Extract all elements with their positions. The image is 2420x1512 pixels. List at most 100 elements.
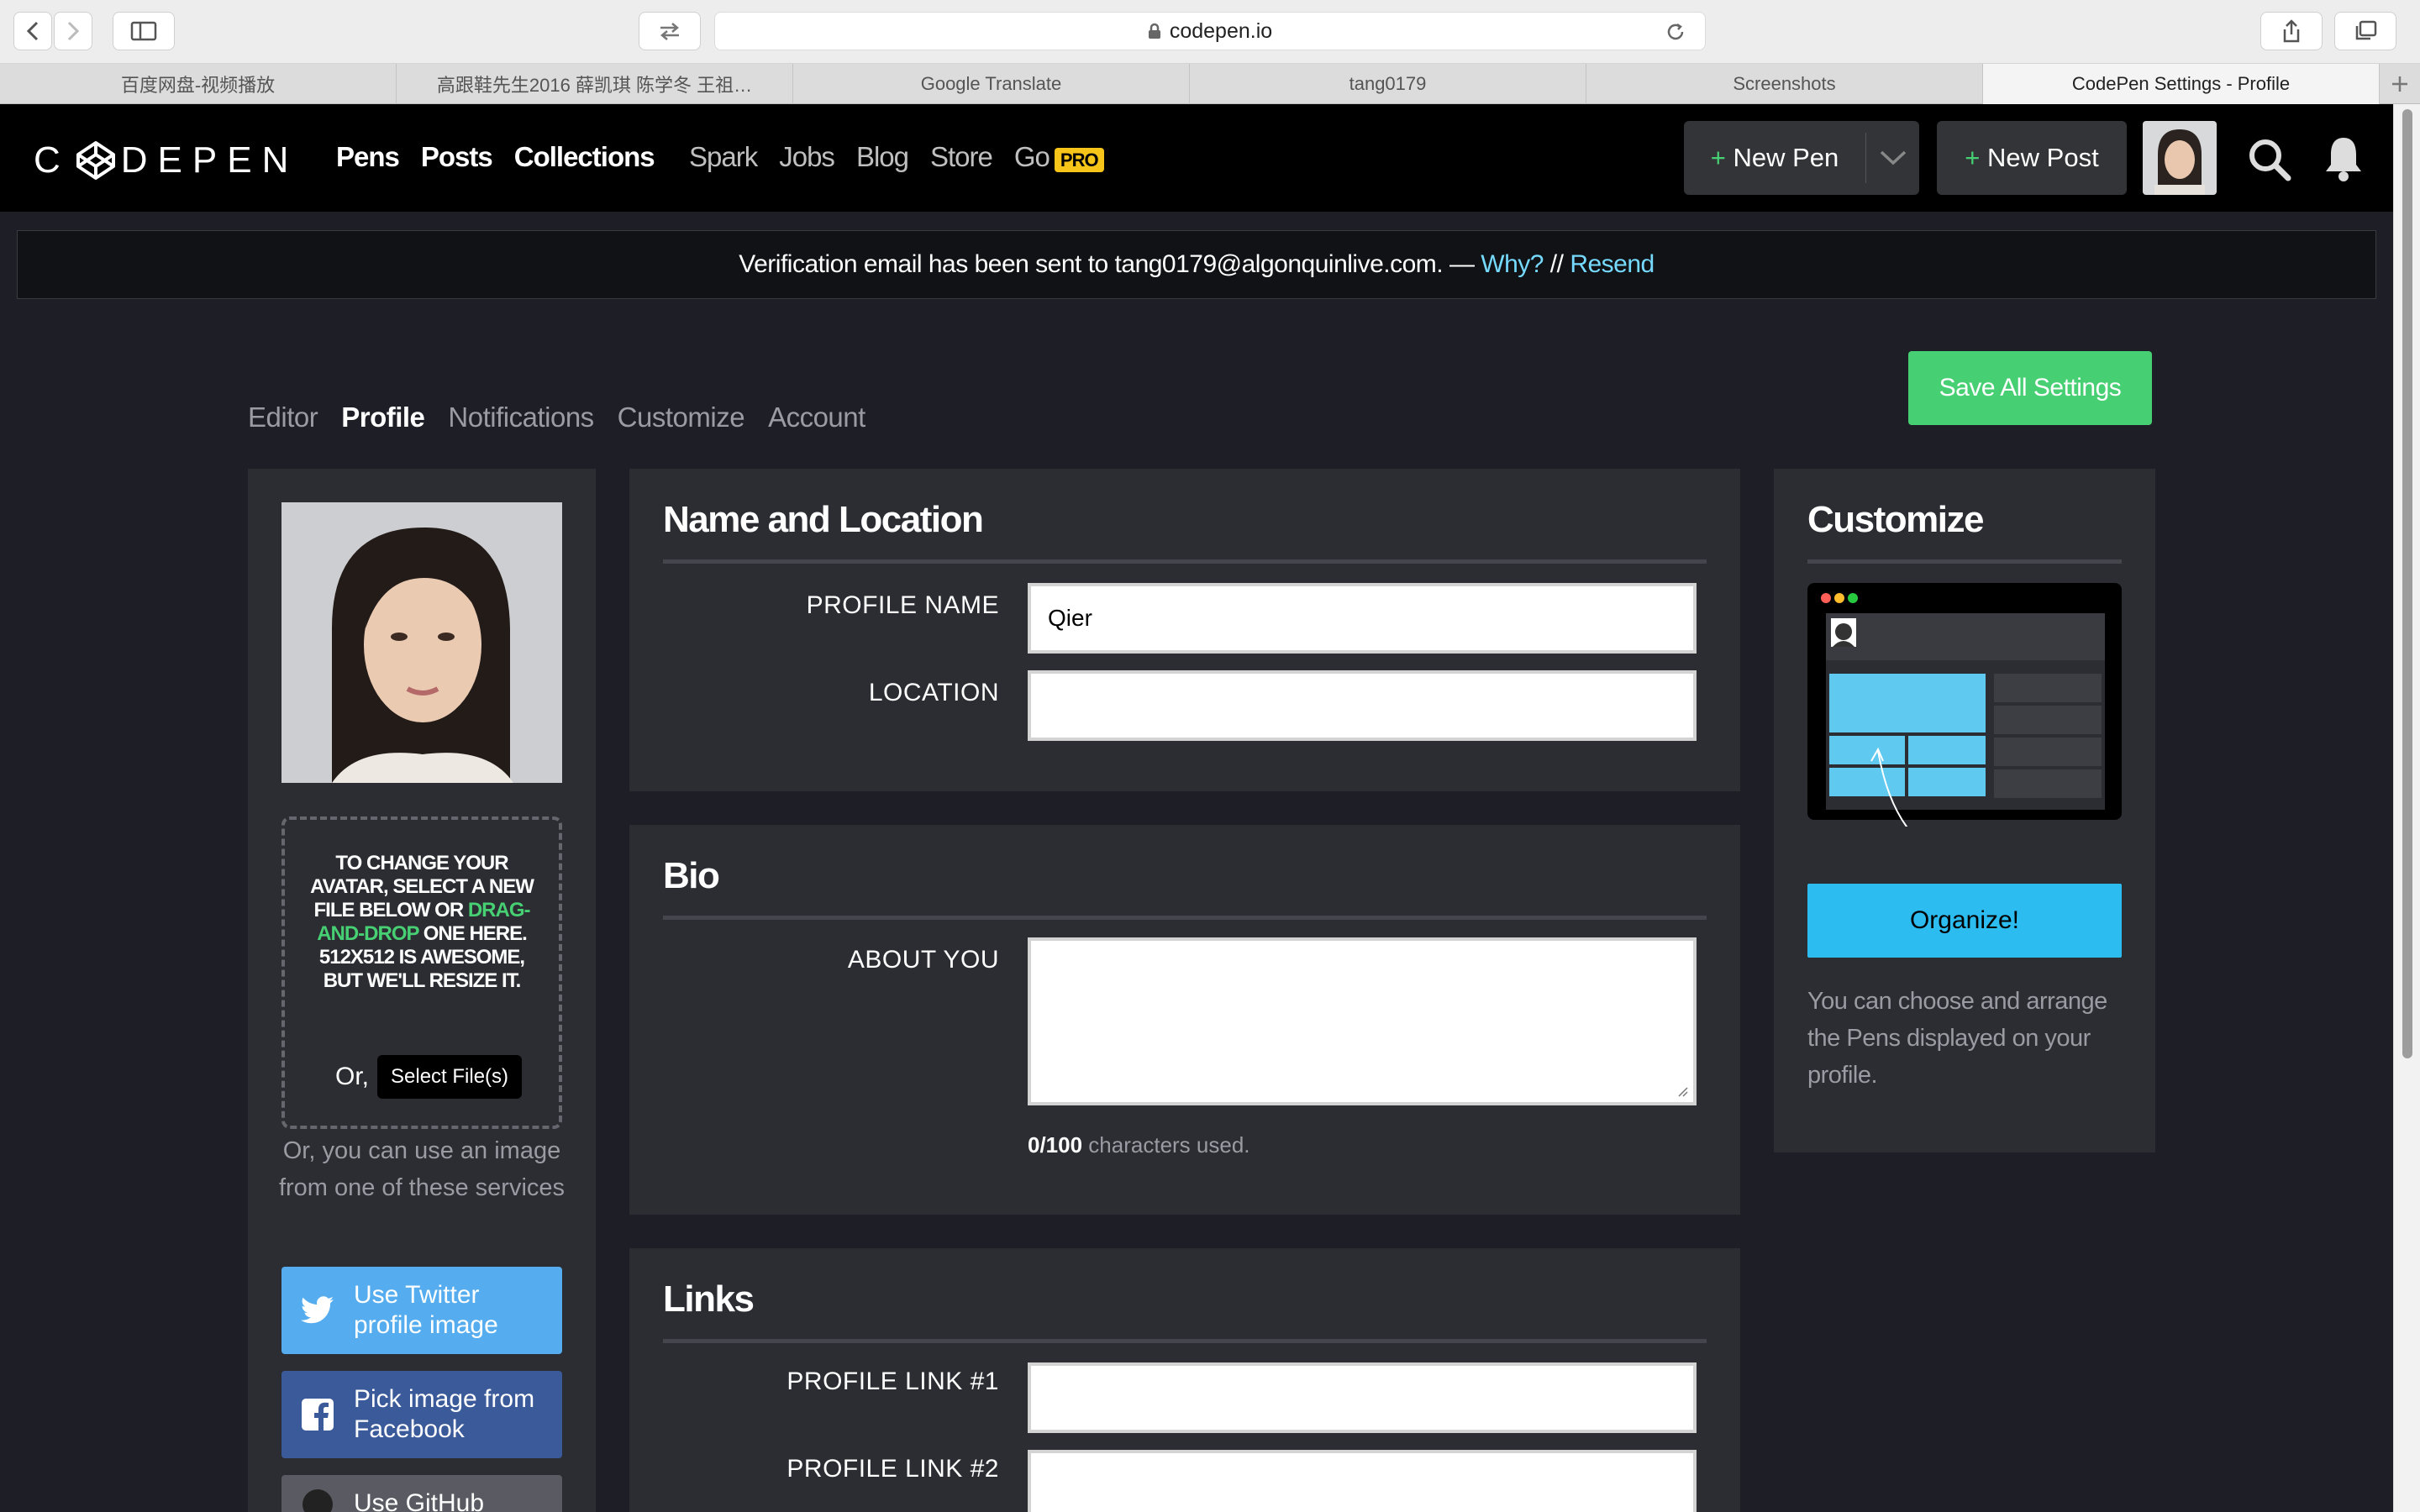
nav-collections[interactable]: Collections xyxy=(514,141,655,173)
address-bar[interactable]: codepen.io xyxy=(714,12,1706,50)
about-you-textarea[interactable] xyxy=(1028,937,1697,1105)
browser-tab-active[interactable]: CodePen Settings - Profile xyxy=(1983,64,2380,104)
nav-spark[interactable]: Spark xyxy=(689,141,758,173)
avatar-photo xyxy=(2143,121,2217,195)
profile-avatar xyxy=(281,502,562,783)
nav-jobs[interactable]: Jobs xyxy=(779,141,835,173)
browser-tab[interactable]: Google Translate xyxy=(793,64,1190,104)
character-count: 0/100 characters used. xyxy=(1028,1132,1250,1158)
section-title-name-location: Name and Location xyxy=(663,499,984,540)
links-panel: Links PROFILE LINK #1 PROFILE LINK #2 xyxy=(629,1248,1740,1512)
browser-tab[interactable]: 高跟鞋先生2016 薛凯琪 陈学冬 王祖… xyxy=(397,64,793,104)
tabs-overview-button[interactable] xyxy=(2334,12,2396,50)
codepen-logo[interactable]: C DEPEN xyxy=(34,139,298,181)
settings-tab-editor[interactable]: Editor xyxy=(248,402,318,433)
location-input[interactable] xyxy=(1028,670,1697,741)
nav-go-pro[interactable]: Go PRO xyxy=(1014,141,1104,173)
back-button[interactable] xyxy=(13,12,52,50)
pro-badge: PRO xyxy=(1054,148,1104,172)
share-icon xyxy=(2283,19,2300,43)
twitter-icon xyxy=(281,1296,354,1325)
browser-tab[interactable]: tang0179 xyxy=(1190,64,1586,104)
use-twitter-image-button[interactable]: Use Twitter profile image xyxy=(281,1267,562,1354)
profile-link-1-label: PROFILE LINK #1 xyxy=(786,1368,999,1395)
settings-tab-account[interactable]: Account xyxy=(768,402,865,433)
page-scrollbar[interactable] xyxy=(2393,104,2420,1512)
browser-tab[interactable]: 百度网盘-视频播放 xyxy=(0,64,397,104)
character-count-suffix: characters used. xyxy=(1082,1132,1250,1158)
new-post-text: New Post xyxy=(1987,143,2099,172)
chevron-right-icon xyxy=(67,21,80,41)
why-link[interactable]: Why? xyxy=(1481,250,1544,279)
character-count-value: 0/100 xyxy=(1028,1132,1083,1158)
section-title-bio: Bio xyxy=(663,855,720,896)
pick-facebook-image-button[interactable]: Pick image from Facebook xyxy=(281,1371,562,1458)
use-github-image-button[interactable]: Use GitHub xyxy=(281,1475,562,1512)
profile-name-label: PROFILE NAME xyxy=(806,591,999,619)
tabs-icon xyxy=(2355,20,2377,40)
profile-link-1-input[interactable] xyxy=(1028,1362,1697,1433)
resend-link[interactable]: Resend xyxy=(1570,250,1655,279)
sidebar-button[interactable] xyxy=(113,12,175,50)
dropzone-instructions: To change your avatar, select a new file… xyxy=(302,852,542,993)
new-tab-button[interactable] xyxy=(2380,64,2420,104)
location-label: LOCATION xyxy=(868,679,999,706)
nav-blog[interactable]: Blog xyxy=(856,141,909,173)
profile-name-input[interactable]: Qier xyxy=(1028,583,1697,654)
settings-tab-notifications[interactable]: Notifications xyxy=(448,402,594,433)
settings-tab-profile[interactable]: Profile xyxy=(341,402,425,433)
notifications-button[interactable] xyxy=(2323,134,2365,187)
tab-label: Screenshots xyxy=(1733,73,1836,94)
profile-link-2-input[interactable] xyxy=(1028,1450,1697,1512)
facebook-icon xyxy=(281,1399,354,1431)
nav-posts[interactable]: Posts xyxy=(421,141,493,173)
resize-grip-icon[interactable] xyxy=(1676,1085,1688,1097)
verification-banner: Verification email has been sent to tang… xyxy=(17,230,2376,299)
or-services-text: Or, you can use an image from one of the… xyxy=(278,1137,566,1201)
profile-link-2-label: PROFILE LINK #2 xyxy=(786,1455,999,1483)
browser-toolbar: codepen.io xyxy=(0,0,2420,64)
profile-layout-illustration xyxy=(1807,583,2122,853)
settings-tab-customize[interactable]: Customize xyxy=(618,402,745,433)
translate-button[interactable] xyxy=(639,12,701,50)
bell-icon xyxy=(2326,138,2361,181)
new-pen-text: New Pen xyxy=(1733,143,1839,172)
tab-bar: 百度网盘-视频播放 高跟鞋先生2016 薛凯琪 陈学冬 王祖… Google T… xyxy=(0,64,2420,104)
banner-text: Verification email has been sent to tang… xyxy=(739,250,1481,278)
new-post-button[interactable]: + New Post xyxy=(1937,121,2127,195)
browser-tab[interactable]: Screenshots xyxy=(1586,64,1983,104)
select-files-button[interactable]: Select File(s) xyxy=(377,1055,523,1099)
save-all-settings-button[interactable]: Save All Settings xyxy=(1908,351,2152,425)
main-nav: Pens Posts Collections xyxy=(336,141,655,173)
tab-label: CodePen Settings - Profile xyxy=(2071,73,2291,94)
plus-icon: + xyxy=(1965,143,1981,172)
forward-button[interactable] xyxy=(54,12,92,50)
share-button[interactable] xyxy=(2260,12,2323,50)
name-location-panel: Name and Location PROFILE NAME Qier LOCA… xyxy=(629,469,1740,791)
about-you-label: ABOUT YOU xyxy=(847,946,999,974)
section-divider xyxy=(663,559,1707,564)
section-title-links: Links xyxy=(663,1278,755,1320)
new-pen-dropdown[interactable] xyxy=(1866,150,1919,166)
search-button[interactable] xyxy=(2248,138,2291,186)
scrollbar-thumb[interactable] xyxy=(2402,109,2412,1058)
nav-store[interactable]: Store xyxy=(930,141,993,173)
secondary-nav: Spark Jobs Blog Store Go PRO xyxy=(689,141,1104,173)
user-avatar[interactable] xyxy=(2143,121,2217,195)
search-icon xyxy=(2249,139,2291,181)
nav-pens[interactable]: Pens xyxy=(336,141,400,173)
avatar-dropzone[interactable]: To change your avatar, select a new file… xyxy=(281,816,562,1129)
organize-button[interactable]: Organize! xyxy=(1807,884,2122,958)
avatar-panel: To change your avatar, select a new file… xyxy=(248,469,596,1512)
url-text: codepen.io xyxy=(1169,18,1273,43)
plus-icon xyxy=(2392,76,2407,92)
reload-icon[interactable] xyxy=(1665,21,1686,43)
new-pen-button[interactable]: + New Pen xyxy=(1684,121,1919,195)
lock-icon xyxy=(1148,23,1160,39)
dropzone-or-row: Or, Select File(s) xyxy=(335,1055,523,1099)
section-title-customize: Customize xyxy=(1807,499,1984,540)
avatar-photo xyxy=(281,502,562,783)
banner-separator: // xyxy=(1543,250,1570,278)
chevron-left-icon xyxy=(26,21,39,41)
chevron-down-icon xyxy=(1880,150,1906,165)
